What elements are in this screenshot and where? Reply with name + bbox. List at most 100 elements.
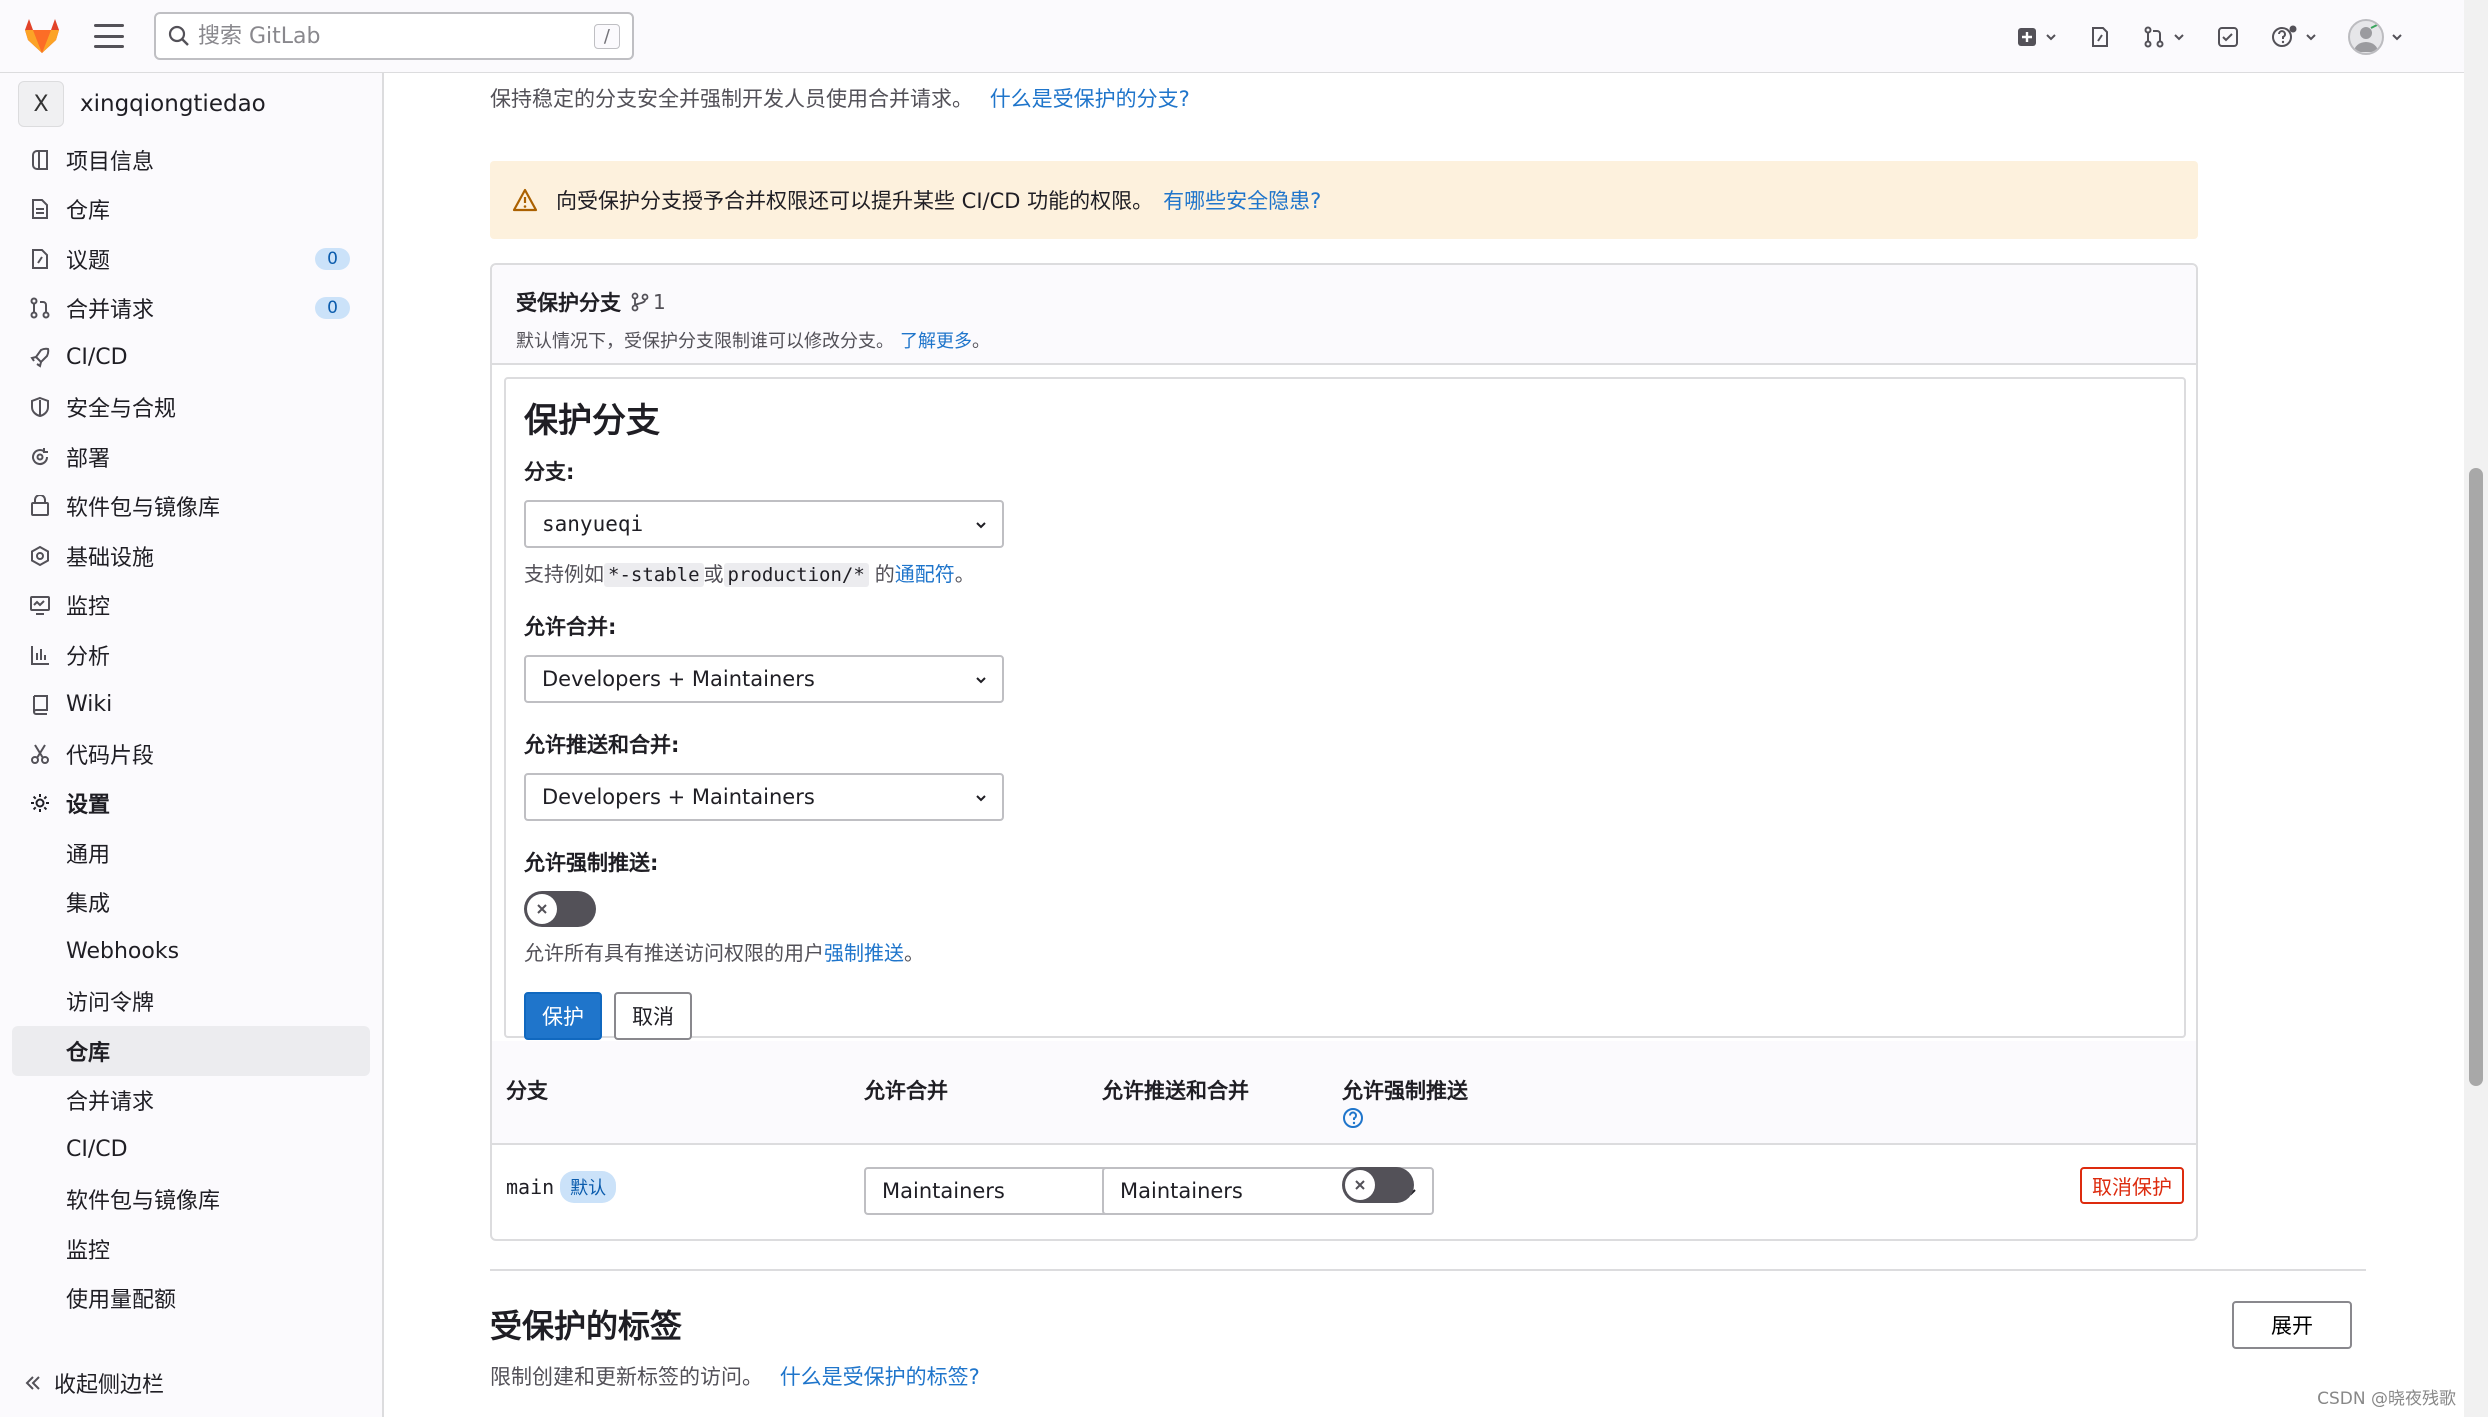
branch-select[interactable]: sanyueqi bbox=[524, 500, 1004, 548]
user-menu-button[interactable] bbox=[2348, 18, 2404, 55]
sidebar-subitem-monitor[interactable]: 监控 bbox=[0, 1224, 382, 1274]
force-push-link[interactable]: 强制推送 bbox=[824, 941, 904, 965]
search-icon bbox=[168, 25, 189, 46]
allowed-to-merge-select[interactable]: Developers + Maintainers bbox=[524, 655, 1004, 703]
sidebar-item-label: 基础设施 bbox=[66, 545, 155, 571]
section-divider bbox=[490, 1269, 2366, 1271]
allowed-to-push-value: Developers + Maintainers bbox=[542, 785, 815, 809]
sidebar-subitem-repository[interactable]: 仓库 bbox=[12, 1026, 370, 1076]
todo-checkbox-icon bbox=[2218, 26, 2238, 47]
merge-requests-button[interactable] bbox=[2142, 25, 2186, 49]
column-header-branch: 分支 bbox=[506, 1079, 548, 1103]
help-text: 的 bbox=[874, 562, 895, 586]
help-button[interactable] bbox=[2270, 25, 2318, 49]
collapse-sidebar-button[interactable]: 收起侧边栏 bbox=[24, 1367, 164, 1399]
gitlab-logo-icon[interactable] bbox=[22, 16, 62, 56]
plus-square-icon bbox=[2018, 27, 2036, 46]
branch-icon bbox=[631, 292, 649, 312]
sidebar-subitem-webhooks[interactable]: Webhooks bbox=[0, 927, 382, 977]
sidebar-item-security[interactable]: 安全与合规 bbox=[0, 383, 382, 433]
sidebar-item-merge-requests[interactable]: 合并请求 0 bbox=[0, 284, 382, 334]
card-header: 受保护分支 1 默认情况下，受保护分支限制谁可以修改分支。 了解更多。 bbox=[492, 265, 2196, 365]
sidebar-subitem-packages[interactable]: 软件包与镜像库 bbox=[0, 1175, 382, 1225]
sidebar-item-label: 合并请求 bbox=[66, 298, 155, 324]
form-actions: 保护 取消 bbox=[524, 992, 2166, 1040]
sidebar-item-label: 部署 bbox=[66, 446, 111, 472]
help-icon[interactable] bbox=[1342, 1107, 1364, 1129]
issues-icon bbox=[2092, 26, 2108, 47]
help-icon bbox=[2272, 25, 2297, 47]
menu-icon[interactable] bbox=[94, 24, 124, 48]
sidebar-item-label: CI/CD bbox=[66, 345, 128, 371]
sidebar-item-packages[interactable]: 软件包与镜像库 bbox=[0, 482, 382, 532]
sidebar-subitem-cicd[interactable]: CI/CD bbox=[0, 1125, 382, 1175]
row-force-push-toggle[interactable] bbox=[1342, 1167, 1414, 1203]
sidebar-item-label: 软件包与镜像库 bbox=[66, 496, 221, 522]
security-risks-link[interactable]: 有哪些安全隐患? bbox=[1163, 185, 1321, 215]
force-push-label: 允许强制推送: bbox=[524, 851, 659, 875]
todos-button[interactable] bbox=[2216, 25, 2240, 49]
merge-requests-count-badge: 0 bbox=[315, 297, 350, 320]
warning-alert: 向受保护分支授予合并权限还可以提升某些 CI/CD 功能的权限。 有哪些安全隐患… bbox=[490, 161, 2198, 239]
wildcards-link[interactable]: 通配符 bbox=[895, 562, 955, 586]
issues-icon bbox=[28, 247, 52, 271]
sidebar-item-project-info[interactable]: 项目信息 bbox=[0, 135, 382, 185]
form-heading: 保护分支 bbox=[524, 401, 660, 441]
sidebar-item-label: 分析 bbox=[66, 644, 111, 670]
sidebar-item-deployments[interactable]: 部署 bbox=[0, 432, 382, 482]
help-text: 。 bbox=[954, 562, 975, 586]
column-header-force-push: 允许强制推送 bbox=[1342, 1075, 1468, 1134]
sidebar-item-wiki[interactable]: Wiki bbox=[0, 680, 382, 730]
what-are-protected-tags-link[interactable]: 什么是受保护的标签? bbox=[780, 1365, 980, 1389]
force-push-help: 允许所有具有推送访问权限的用户强制推送。 bbox=[524, 937, 2166, 966]
sidebar-item-label: 议题 bbox=[66, 248, 111, 274]
issues-button[interactable] bbox=[2088, 25, 2112, 49]
learn-more-link[interactable]: 了解更多 bbox=[900, 331, 972, 352]
protected-branches-card: 受保护分支 1 默认情况下，受保护分支限制谁可以修改分支。 了解更多。 保护分支 … bbox=[490, 263, 2198, 1241]
branch-label: 分支: bbox=[524, 460, 575, 484]
protect-button[interactable]: 保护 bbox=[524, 992, 602, 1040]
sidebar-subitem-general[interactable]: 通用 bbox=[0, 828, 382, 878]
help-text: 。 bbox=[904, 941, 924, 965]
allowed-to-push-label: 允许推送和合并: bbox=[524, 733, 680, 757]
allowed-to-merge-label: 允许合并: bbox=[524, 615, 617, 639]
force-push-toggle[interactable] bbox=[524, 891, 596, 927]
scrollbar-thumb[interactable] bbox=[2469, 468, 2483, 1086]
search-box[interactable]: / bbox=[154, 12, 634, 60]
chevron-down-icon bbox=[976, 677, 986, 684]
search-input[interactable] bbox=[198, 23, 594, 49]
sidebar-item-issues[interactable]: 议题 0 bbox=[0, 234, 382, 284]
scrollbar[interactable] bbox=[2464, 0, 2488, 1417]
sidebar-item-repository[interactable]: 仓库 bbox=[0, 185, 382, 235]
sidebar-subitem-integrations[interactable]: 集成 bbox=[0, 878, 382, 928]
allowed-to-push-select[interactable]: Developers + Maintainers bbox=[524, 773, 1004, 821]
sidebar-item-label: 项目信息 bbox=[66, 149, 155, 175]
unprotect-button[interactable]: 取消保护 bbox=[2080, 1167, 2184, 1204]
sidebar-item-analytics[interactable]: 分析 bbox=[0, 630, 382, 680]
alert-text: 向受保护分支授予合并权限还可以提升某些 CI/CD 功能的权限。 bbox=[556, 189, 1154, 213]
card-description: 默认情况下，受保护分支限制谁可以修改分支。 了解更多。 bbox=[516, 327, 2172, 353]
sidebar-subitem-access-tokens[interactable]: 访问令牌 bbox=[0, 977, 382, 1027]
what-are-protected-branches-link[interactable]: 什么是受保护的分支? bbox=[990, 87, 1190, 111]
cancel-button[interactable]: 取消 bbox=[614, 992, 692, 1040]
issues-count-badge: 0 bbox=[315, 247, 350, 270]
sidebar-subitem-merge-requests[interactable]: 合并请求 bbox=[0, 1076, 382, 1126]
create-new-button[interactable] bbox=[2016, 26, 2058, 48]
sidebar-item-monitor[interactable]: 监控 bbox=[0, 581, 382, 631]
allowed-to-merge-value: Developers + Maintainers bbox=[542, 667, 815, 691]
project-name: xingqiongtiedao bbox=[80, 91, 266, 117]
branch-select-value: sanyueqi bbox=[542, 512, 644, 536]
top-bar: / bbox=[0, 0, 2464, 73]
sidebar-subitem-usage-quotas[interactable]: 使用量配额 bbox=[0, 1274, 382, 1324]
expand-button[interactable]: 展开 bbox=[2232, 1301, 2352, 1349]
sidebar-item-settings[interactable]: 设置 bbox=[0, 779, 382, 829]
double-chevron-left-icon bbox=[25, 1376, 40, 1390]
sidebar-item-infrastructure[interactable]: 基础设施 bbox=[0, 531, 382, 581]
sidebar-item-cicd[interactable]: CI/CD bbox=[0, 333, 382, 383]
sidebar-item-snippets[interactable]: 代码片段 bbox=[0, 729, 382, 779]
project-header[interactable]: X xingqiongtiedao bbox=[0, 73, 382, 135]
close-icon bbox=[1355, 1180, 1365, 1190]
column-header-allowed-to-push: 允许推送和合并 bbox=[1102, 1079, 1249, 1103]
chevron-down-icon bbox=[976, 522, 986, 529]
sidebar-item-label: 代码片段 bbox=[66, 743, 155, 769]
